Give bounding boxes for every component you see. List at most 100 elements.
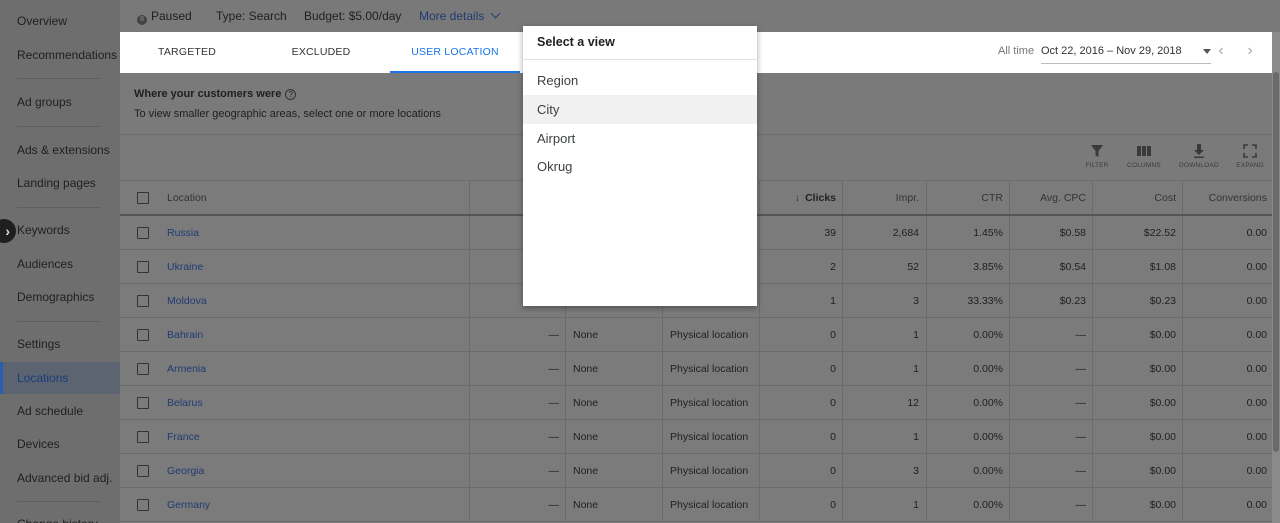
expand-icon: [1243, 144, 1257, 158]
sidebar-item-recommendations[interactable]: Recommendations: [0, 39, 120, 71]
sidebar-item-locations[interactable]: Locations: [0, 362, 120, 394]
row-checkbox[interactable]: [137, 465, 149, 477]
help-icon[interactable]: ?: [285, 89, 297, 100]
status-badge: II Paused: [137, 9, 192, 25]
location-link[interactable]: Russia: [167, 216, 199, 249]
option-okrug[interactable]: Okrug: [523, 152, 757, 181]
sidebar-item-landing-pages[interactable]: Landing pages: [0, 167, 120, 199]
cell-conversions: 0.00: [1246, 261, 1267, 273]
cell-conversions: 0.00: [1246, 431, 1267, 443]
cell-avg-cpc: —: [1075, 499, 1087, 511]
cell-clicks: 0: [830, 465, 836, 477]
cell-ctr: 33.33%: [967, 295, 1003, 307]
cell-col4: Physical location: [670, 499, 749, 511]
location-link[interactable]: Georgia: [167, 454, 204, 487]
cell-conversions: 0.00: [1246, 329, 1267, 341]
cell-avg-cpc: —: [1075, 363, 1087, 375]
cell-col4: Physical location: [670, 465, 749, 477]
cell-impr: 1: [913, 431, 919, 443]
header-impr[interactable]: Impr.: [843, 181, 919, 214]
sidebar-item-ad-groups[interactable]: Ad groups: [0, 86, 120, 118]
cell-cost: $0.00: [1149, 499, 1176, 511]
sidebar-item-demographics[interactable]: Demographics: [0, 281, 120, 313]
cell-cost: $1.08: [1149, 261, 1176, 273]
row-checkbox[interactable]: [137, 295, 149, 307]
location-link[interactable]: Germany: [167, 488, 210, 521]
more-details-link[interactable]: More details: [419, 8, 501, 23]
sidebar-item-overview[interactable]: Overview: [0, 5, 120, 37]
row-checkbox[interactable]: [137, 499, 149, 511]
info-title-text: Where your customers were: [134, 88, 282, 100]
columns-icon: [1137, 146, 1151, 156]
header-ctr[interactable]: CTR: [927, 181, 1003, 214]
sidebar-item-ads-extensions[interactable]: Ads & extensions: [0, 134, 120, 166]
tab-excluded[interactable]: EXCLUDED: [254, 32, 388, 73]
select-all-checkbox[interactable]: [137, 192, 149, 204]
location-link[interactable]: Moldova: [167, 284, 207, 317]
sidebar-item-settings[interactable]: Settings: [0, 328, 120, 360]
header-clicks-label: Clicks: [805, 192, 836, 204]
columns-button[interactable]: COLUMNS: [1119, 143, 1169, 169]
cell-ctr: 0.00%: [973, 465, 1003, 477]
cell-clicks: 1: [830, 295, 836, 307]
previous-period-icon[interactable]: ‹: [1213, 43, 1229, 60]
cell-clicks: 0: [830, 431, 836, 443]
header-location[interactable]: Location: [167, 181, 207, 214]
header-conversions[interactable]: Conversions: [1183, 181, 1267, 214]
location-link[interactable]: Belarus: [167, 386, 203, 419]
table-row: Belarus — None Physical location 0 12 0.00% — $0…: [120, 386, 1272, 420]
download-button[interactable]: DOWNLOAD: [1174, 143, 1224, 169]
option-region[interactable]: Region: [523, 66, 757, 95]
filter-icon: [1091, 145, 1103, 157]
cell-conversions: 0.00: [1246, 295, 1267, 307]
tab-user-location-report[interactable]: USER LOCATION REPORT: [390, 32, 520, 98]
cell-clicks: 0: [830, 397, 836, 409]
row-checkbox[interactable]: [137, 329, 149, 341]
location-link[interactable]: Ukraine: [167, 250, 203, 283]
sidebar-divider: [17, 78, 100, 79]
cell-impr: 3: [913, 465, 919, 477]
row-checkbox[interactable]: [137, 261, 149, 273]
filter-button[interactable]: FILTER: [1072, 143, 1122, 169]
cell-impr: 2,684: [892, 227, 919, 239]
cell-col3: None: [573, 329, 599, 341]
sidebar-item-devices[interactable]: Devices: [0, 428, 120, 460]
sort-down-icon: ↓: [794, 192, 801, 204]
scrollbar[interactable]: [1272, 32, 1280, 523]
sidebar-item-advanced-bid-adj[interactable]: Advanced bid adj.: [0, 462, 120, 494]
header-cost[interactable]: Cost: [1093, 181, 1176, 214]
expand-button[interactable]: EXPAND: [1225, 143, 1275, 169]
option-airport[interactable]: Airport: [523, 124, 757, 153]
next-period-icon[interactable]: ›: [1242, 43, 1258, 60]
cell-cost: $0.00: [1149, 431, 1176, 443]
row-checkbox[interactable]: [137, 363, 149, 375]
cell-avg-cpc: —: [1075, 465, 1087, 477]
scrollbar-thumb[interactable]: [1273, 72, 1279, 452]
location-link[interactable]: Armenia: [167, 352, 206, 385]
cell-col3: None: [573, 499, 599, 511]
caret-down-icon: [1203, 49, 1211, 54]
columns-label: COLUMNS: [1127, 162, 1161, 169]
sidebar-nav: Overview Recommendations Ad groups Ads &…: [0, 0, 120, 523]
cell-ctr: 1.45%: [973, 227, 1003, 239]
option-city[interactable]: City: [523, 95, 757, 124]
header-clicks[interactable]: ↓ Clicks: [760, 181, 836, 214]
header-avg-cpc[interactable]: Avg. CPC: [1010, 181, 1086, 214]
date-range-picker[interactable]: Oct 22, 2016 – Nov 29, 2018: [1041, 40, 1211, 64]
cell-avg-cpc: $0.54: [1059, 261, 1086, 273]
row-checkbox[interactable]: [137, 431, 149, 443]
cell-col4: Physical location: [670, 363, 749, 375]
location-link[interactable]: France: [167, 420, 200, 453]
tab-targeted[interactable]: TARGETED: [120, 32, 254, 73]
cell-clicks: 0: [830, 363, 836, 375]
row-checkbox[interactable]: [137, 227, 149, 239]
sidebar-item-ad-schedule[interactable]: Ad schedule: [0, 395, 120, 427]
campaign-type: Type: Search: [216, 9, 287, 23]
location-link[interactable]: Bahrain: [167, 318, 203, 351]
pause-icon: II: [137, 15, 147, 25]
sidebar-item-audiences[interactable]: Audiences: [0, 248, 120, 280]
more-details-label: More details: [419, 9, 485, 23]
sidebar-item-change-history[interactable]: Change history: [0, 508, 120, 523]
row-checkbox[interactable]: [137, 397, 149, 409]
sidebar-item-keywords[interactable]: Keywords: [0, 214, 120, 246]
